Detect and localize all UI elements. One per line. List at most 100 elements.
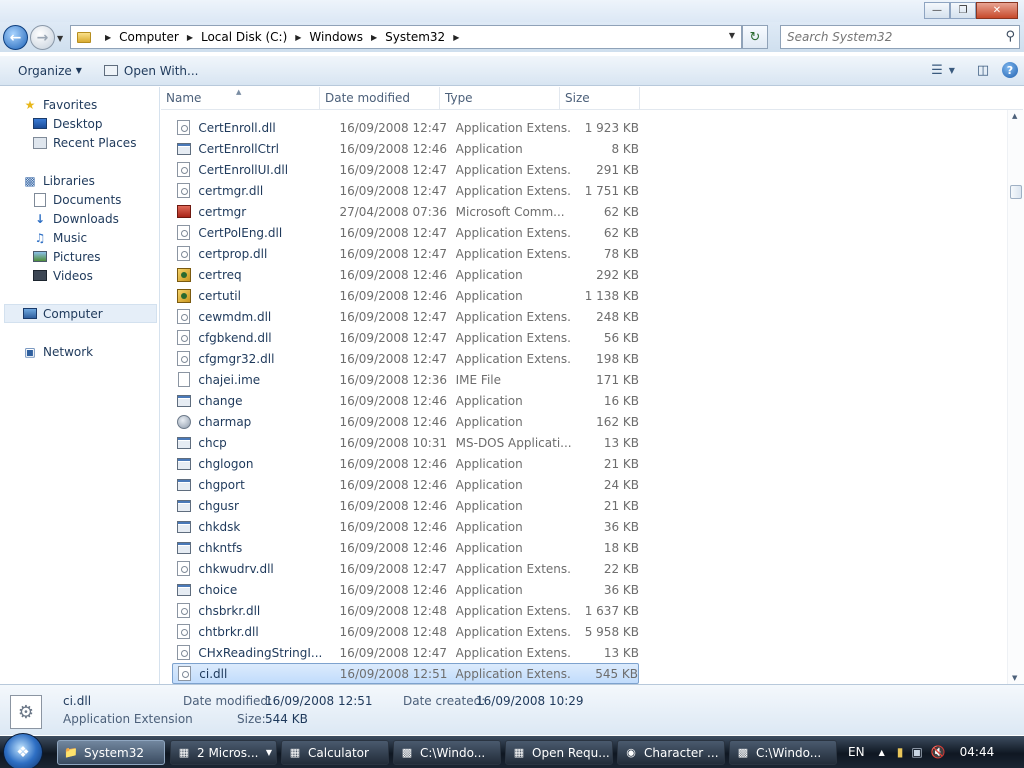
help-icon[interactable]: ? (1002, 62, 1018, 78)
nav-item-favorites[interactable]: ★ Favorites (22, 95, 98, 114)
volume-muted-icon[interactable]: 🔇 (931, 745, 946, 759)
column-header-name[interactable]: Name ▲ (161, 87, 320, 110)
file-row[interactable]: cfgbkend.dll 16/09/2008 12:47 Application … (172, 327, 639, 348)
scroll-down-arrow-icon[interactable]: ▼ (1012, 674, 1017, 682)
nav-item-pictures[interactable]: Pictures (32, 247, 101, 266)
file-row[interactable]: chgusr 16/09/2008 12:46 Application 21 KB (172, 495, 639, 516)
address-bar[interactable]: ▶ Computer ▶ Local Disk (C:) ▶ Windows ▶… (70, 25, 742, 49)
file-row[interactable]: certmgr 27/04/2008 07:36 Microsoft Comm...… (172, 201, 639, 222)
file-row[interactable]: chkntfs 16/09/2008 12:46 Application 18 KB (172, 537, 639, 558)
breadcrumb-local-disk[interactable]: Local Disk (C:) (201, 30, 287, 44)
chevron-right-icon[interactable]: ▶ (105, 33, 111, 42)
file-row[interactable]: chglogon 16/09/2008 12:46 Application 21 KB (172, 453, 639, 474)
chevron-down-icon: ▼ (265, 748, 272, 757)
taskbar-button[interactable]: ▩ C:\Windo... (393, 740, 501, 765)
file-date-modified: 16/09/2008 12:51 (339, 666, 448, 681)
minimize-button[interactable]: — (924, 2, 950, 19)
nav-item-desktop[interactable]: Desktop (32, 114, 103, 133)
breadcrumb-windows[interactable]: Windows (309, 30, 363, 44)
nav-item-downloads[interactable]: ↓ Downloads (32, 209, 119, 228)
recent-pages-dropdown[interactable]: ▼ (57, 34, 63, 43)
scrollbar-thumb[interactable] (1010, 185, 1022, 199)
breadcrumb-computer[interactable]: Computer (119, 30, 179, 44)
network-status-icon[interactable]: ▣ (911, 745, 922, 759)
refresh-button[interactable]: ↻ (742, 25, 768, 49)
file-row[interactable]: choice 16/09/2008 12:46 Application 36 KB (172, 579, 639, 600)
preview-pane-button[interactable]: ◫ (972, 59, 994, 81)
search-icon[interactable]: ⚲ (1005, 29, 1015, 44)
safely-remove-hardware-icon[interactable]: ▮ (897, 745, 904, 759)
navigation-pane: ★ Favorites Desktop Recent Places ▩ Libr… (0, 87, 160, 684)
file-row[interactable]: CHxReadingStringI... 16/09/2008 12:47 Appl… (172, 642, 639, 663)
file-row[interactable]: chcp 16/09/2008 10:31 MS-DOS Applicati... 1… (172, 432, 639, 453)
file-row[interactable]: certprop.dll 16/09/2008 12:47 Application … (172, 243, 639, 264)
file-row[interactable]: chkwudrv.dll 16/09/2008 12:47 Application … (172, 558, 639, 579)
taskbar-button[interactable]: ▦ Calculator (281, 740, 389, 765)
chevron-right-icon[interactable]: ▶ (295, 33, 301, 42)
search-input[interactable] (781, 26, 991, 48)
file-row[interactable]: chgport 16/09/2008 12:46 Application 24 KB (172, 474, 639, 495)
file-row[interactable]: CertPolEng.dll 16/09/2008 12:47 Applicatio… (172, 222, 639, 243)
dll-file-icon (177, 666, 192, 682)
close-button[interactable]: ✕ (976, 2, 1018, 19)
organize-button[interactable]: Organize ▼ (10, 59, 90, 83)
language-indicator[interactable]: EN (848, 745, 865, 759)
taskbar-button[interactable]: ▦ 2 Micros... ▼ (170, 740, 277, 765)
file-row[interactable]: change 16/09/2008 12:46 Application 16 KB (172, 390, 639, 411)
file-name: certmgr.dll (198, 183, 264, 198)
open-with-button[interactable]: Open With... (96, 59, 207, 83)
file-row[interactable]: chkdsk 16/09/2008 12:46 Application 36 KB (172, 516, 639, 537)
clock[interactable]: 04:44 (960, 745, 995, 759)
breadcrumb-system32[interactable]: System32 (385, 30, 445, 44)
back-button[interactable]: ← (3, 25, 28, 50)
taskbar-button[interactable]: ▩ C:\Windo... (729, 740, 837, 765)
column-header-size[interactable]: Size (560, 87, 640, 110)
scroll-up-arrow-icon[interactable]: ▲ (1012, 112, 1017, 120)
file-row[interactable]: chsbrkr.dll 16/09/2008 12:48 Application E… (172, 600, 639, 621)
certificate-icon (176, 267, 191, 283)
nav-item-computer[interactable]: Computer (4, 304, 157, 323)
application-icon (176, 540, 191, 556)
nav-item-documents[interactable]: Documents (32, 190, 121, 209)
taskbar-button[interactable]: ◉ Character ... (617, 740, 725, 765)
file-row[interactable]: certreq 16/09/2008 12:46 Application 292 KB (172, 264, 639, 285)
nav-item-music[interactable]: ♫ Music (32, 228, 88, 247)
vertical-scrollbar[interactable]: ▲ ▼ (1007, 110, 1024, 684)
file-row[interactable]: CertEnrollCtrl 16/09/2008 12:46 Applicatio… (172, 138, 639, 159)
taskbar-button[interactable]: ▦ Open Requ... (505, 740, 613, 765)
music-note-icon: ♫ (34, 230, 46, 245)
nav-item-recent-places[interactable]: Recent Places (32, 133, 136, 152)
details-view-icon: ☰ (931, 62, 943, 78)
nav-item-videos[interactable]: Videos (32, 266, 93, 285)
chevron-right-icon[interactable]: ▶ (453, 33, 459, 42)
taskbar-button[interactable]: 📁 System32 (57, 740, 165, 765)
file-date-modified: 16/09/2008 12:48 (339, 624, 448, 639)
address-history-dropdown[interactable]: ▼ (729, 31, 735, 40)
file-row[interactable]: cfgmgr32.dll 16/09/2008 12:47 Application … (172, 348, 639, 369)
file-row[interactable]: CertEnrollUI.dll 16/09/2008 12:47 Applicat… (172, 159, 639, 180)
column-header-type[interactable]: Type (440, 87, 560, 110)
column-header-date[interactable]: Date modified (320, 87, 440, 110)
forward-button[interactable]: → (30, 25, 55, 50)
file-date-modified: 16/09/2008 12:46 (339, 393, 448, 408)
chevron-right-icon[interactable]: ▶ (371, 33, 377, 42)
file-row[interactable]: ci.dll 16/09/2008 12:51 Application Extens… (172, 663, 639, 684)
file-row[interactable]: chajei.ime 16/09/2008 12:36 IME File 171 KB (172, 369, 639, 390)
file-type: Application Extens... (455, 120, 572, 135)
nav-item-network[interactable]: ▣ Network (22, 342, 93, 361)
nav-item-libraries[interactable]: ▩ Libraries (22, 171, 95, 190)
file-row[interactable]: cewmdm.dll 16/09/2008 12:47 Application Ex… (172, 306, 639, 327)
file-date-modified: 16/09/2008 12:47 (339, 120, 448, 135)
file-row[interactable]: charmap 16/09/2008 12:46 Application 162 KB (172, 411, 639, 432)
file-size: 545 KB (595, 666, 639, 681)
file-size: 198 KB (596, 351, 639, 366)
start-button[interactable]: ❖ (3, 733, 43, 768)
maximize-button[interactable]: ❐ (950, 2, 976, 19)
file-row[interactable]: CertEnroll.dll 16/09/2008 12:47 Applicatio… (172, 117, 639, 138)
view-options-button[interactable]: ☰ ▼ (931, 59, 955, 81)
show-hidden-icons-icon[interactable]: ▲ (879, 748, 885, 757)
file-row[interactable]: certmgr.dll 16/09/2008 12:47 Application E… (172, 180, 639, 201)
file-row[interactable]: chtbrkr.dll 16/09/2008 12:48 Application E… (172, 621, 639, 642)
chevron-right-icon[interactable]: ▶ (187, 33, 193, 42)
file-row[interactable]: certutil 16/09/2008 12:46 Application 1 138… (172, 285, 639, 306)
